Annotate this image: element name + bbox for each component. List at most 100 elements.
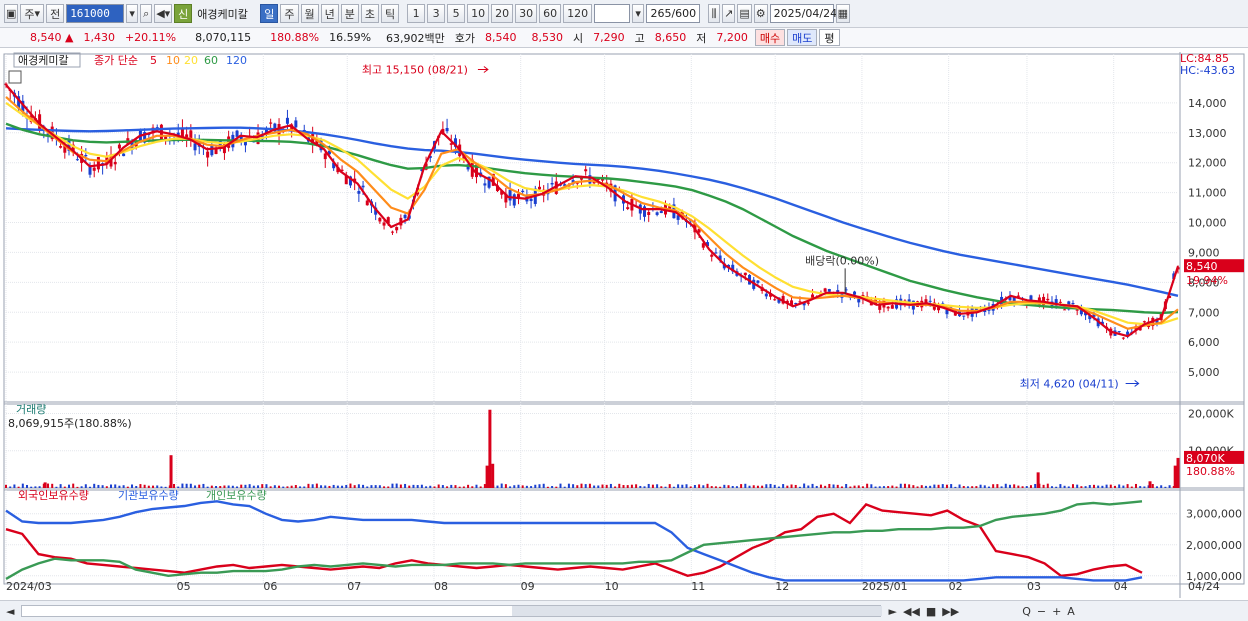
scroll-thumb[interactable] [512, 606, 883, 616]
volume-bar [1008, 484, 1011, 488]
tab-month[interactable]: 월 [300, 4, 319, 23]
volume-bar [954, 486, 957, 488]
candle-body [403, 214, 407, 219]
volume-bar [1017, 485, 1020, 488]
volume-bar [282, 486, 285, 488]
layout-icon[interactable]: ▣ [4, 4, 19, 23]
ask-price: 8,540 [485, 31, 517, 44]
calendar-icon[interactable]: ▦ [835, 4, 851, 23]
rewind-icon[interactable]: ◀◀ [900, 605, 923, 618]
scroll-left-icon[interactable]: ◄ [0, 605, 17, 618]
volume-bar [135, 486, 138, 488]
period-label: 주 [24, 7, 35, 21]
flat-button[interactable]: 평 [819, 29, 840, 46]
dropdown-icon[interactable]: ▾ [126, 4, 139, 23]
tab-year[interactable]: 년 [320, 4, 339, 23]
candle-body [743, 272, 747, 276]
volume-bar [794, 484, 797, 488]
volume-bar [521, 485, 524, 488]
volume-bar [349, 483, 352, 488]
candle-body [122, 153, 126, 157]
tab-second[interactable]: 초 [360, 4, 380, 23]
volume-bar [908, 484, 911, 488]
volume-bar [378, 485, 381, 488]
volume-bar [475, 484, 478, 488]
zoom-out-icon[interactable]: − [1034, 605, 1049, 618]
custom-count-input[interactable] [594, 4, 631, 23]
volume-bar [21, 483, 24, 488]
x-tick-label: 2025/01 [862, 580, 908, 593]
custom-count-dropdown-icon[interactable]: ▾ [632, 4, 645, 23]
prev-button[interactable]: 전 [46, 4, 65, 23]
volume-bar [555, 486, 558, 488]
volume-bar [496, 485, 499, 488]
zoom-in-icon[interactable]: + [1049, 605, 1064, 618]
candle-body [210, 145, 214, 156]
speaker-icon[interactable]: ◀▾ [154, 4, 173, 23]
zoom-icon[interactable]: Q [962, 605, 1034, 618]
save-icon[interactable]: ▤ [737, 4, 752, 23]
volume-bar [525, 485, 528, 488]
volume-bar [1105, 484, 1108, 488]
count-5[interactable]: 5 [447, 4, 466, 23]
date-input[interactable]: 2025/04/24 [769, 4, 837, 23]
count-120[interactable]: 120 [563, 4, 593, 23]
last-volume-pct: 180.88% [1186, 465, 1235, 478]
candle-icon[interactable]: ⫼ [708, 4, 721, 23]
volume-bar [219, 486, 222, 488]
gear-icon[interactable]: ⚙ [753, 4, 768, 23]
volume-bar [55, 486, 58, 488]
stop-icon[interactable]: ■ [923, 605, 939, 618]
volume-bar [509, 486, 512, 488]
sell-button[interactable]: 매도 [787, 29, 818, 46]
count-10[interactable]: 10 [467, 4, 490, 23]
legend-stock-name: 애경케미칼 [18, 54, 69, 67]
tab-week[interactable]: 주 [280, 4, 299, 23]
count-1[interactable]: 1 [407, 4, 426, 23]
volume-bar [315, 483, 318, 488]
candle-body [59, 146, 63, 148]
count-60[interactable]: 60 [539, 4, 562, 23]
tab-day[interactable]: 일 [260, 4, 279, 23]
volume-bar [798, 486, 801, 488]
volume-bar [357, 484, 360, 488]
volume-bar [937, 484, 940, 488]
tab-minute[interactable]: 분 [340, 4, 359, 23]
stock-code-input[interactable]: 161000 [66, 4, 125, 23]
period-select[interactable]: 주 ▾ [20, 4, 45, 23]
x-tick-label: 07 [347, 580, 361, 593]
volume-bar [273, 485, 276, 488]
count-30[interactable]: 30 [515, 4, 538, 23]
volume-bar [391, 483, 394, 488]
price-tick-label: 9,000 [1188, 246, 1220, 259]
volume-bar [689, 486, 692, 488]
volume-bar [9, 486, 12, 488]
forward-icon[interactable]: ▶▶ [939, 605, 962, 618]
volume-bar [828, 483, 831, 488]
volume-bar [677, 484, 680, 488]
volume-bar [483, 484, 486, 488]
volume-bar [584, 484, 587, 488]
volume-bar [945, 484, 948, 488]
draw-icon[interactable]: ↗ [722, 4, 736, 23]
bar-count-field[interactable]: 265/600 [646, 4, 701, 23]
tab-tick[interactable]: 틱 [381, 4, 400, 23]
volume-bar [542, 483, 545, 488]
count-3[interactable]: 3 [427, 4, 446, 23]
scrollbar[interactable] [21, 605, 883, 617]
chart-area[interactable]: 최고 15,150 (08/21) 최저 4,620 (04/11) 배당락(0.0… [0, 50, 1248, 600]
search-icon[interactable]: ⌕ [140, 4, 153, 23]
volume-bar [244, 484, 247, 488]
volume-bar [635, 484, 638, 488]
volume-bar [471, 486, 474, 488]
volume-bar [782, 484, 785, 488]
candle-body [626, 207, 630, 210]
count-20[interactable]: 20 [491, 4, 514, 23]
x-tick-label: 02 [949, 580, 963, 593]
buy-button[interactable]: 매수 [754, 29, 786, 46]
volume-ratio: 180.88% [270, 31, 320, 44]
volume-bar [1063, 485, 1066, 488]
scroll-right-icon[interactable]: ► [885, 605, 899, 618]
volume-bar [1143, 486, 1146, 488]
auto-scale-icon[interactable]: A [1064, 605, 1078, 618]
